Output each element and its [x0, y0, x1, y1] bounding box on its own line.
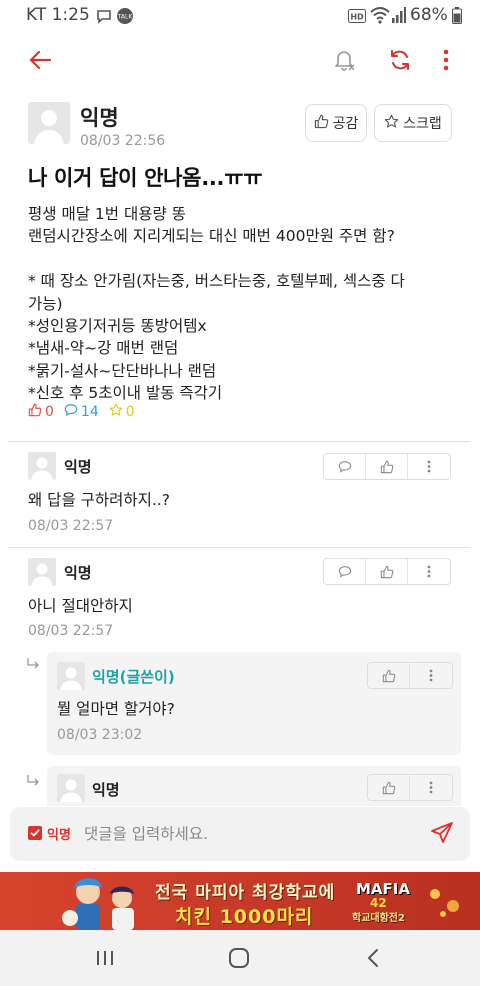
comment-count-value: 14 — [80, 404, 99, 420]
reply-icon[interactable] — [324, 454, 366, 479]
star-icon — [384, 114, 399, 133]
reply-author-op: 익명(글쓴이) — [92, 668, 175, 686]
send-icon[interactable] — [430, 821, 456, 847]
signal-icon — [392, 7, 406, 27]
divider — [8, 547, 470, 548]
ad-logo: MAFIA 42 학교대항전2 — [352, 878, 412, 924]
like-button[interactable]: 공감 — [305, 104, 367, 142]
more-vertical-icon[interactable] — [430, 44, 462, 76]
ad-logo-subtitle: 학교대항전2 — [352, 913, 405, 924]
back-nav-icon[interactable] — [358, 946, 388, 970]
avatar — [28, 558, 56, 586]
battery-percent: 68% — [410, 5, 448, 25]
reply-item: 익명 — [47, 766, 461, 806]
post-date: 08/03 22:56 — [80, 133, 166, 149]
system-nav-bar — [0, 930, 480, 986]
divider — [8, 441, 470, 442]
comment-input-bar: 익명 — [10, 807, 470, 861]
post-body-line: * 때 장소 안가림(자는중, 버스타는중, 호텔부페, 섹스중 다 — [28, 272, 405, 291]
talk-icon: TALK — [116, 7, 134, 29]
svg-text:HD: HD — [350, 13, 364, 22]
scrap-count: 0 — [109, 403, 135, 421]
status-bar: KT 1:25 TALK HD 68% — [0, 0, 480, 30]
more-vertical-icon[interactable] — [410, 663, 452, 688]
like-count-value: 0 — [45, 404, 54, 420]
thumbs-up-icon[interactable] — [366, 454, 408, 479]
post-author: 익명 — [80, 106, 119, 130]
battery-icon — [452, 7, 462, 28]
refresh-icon[interactable] — [384, 44, 416, 76]
comment-text: 아니 절대안하지 — [28, 597, 133, 615]
post-body-line: *냄새-약~강 매번 랜덤 — [28, 339, 179, 358]
post-body-line: 평생 매달 1번 대용량 똥 — [28, 205, 186, 223]
reply-item: 익명(글쓴이) 뭘 얼마면 할거야? 08/03 23:02 — [47, 652, 461, 755]
ad-subheadline: 치킨 1000마리 — [175, 906, 314, 928]
carrier-time: KT 1:25 — [26, 5, 90, 25]
avatar — [28, 452, 56, 480]
recent-apps-icon[interactable] — [90, 946, 120, 970]
comment-author: 익명 — [64, 564, 92, 582]
post-body-line — [28, 248, 458, 270]
post-body-line: 가능) — [28, 294, 63, 313]
wifi-icon — [370, 6, 390, 28]
home-icon[interactable] — [224, 946, 254, 970]
like-count: 0 — [28, 403, 54, 421]
star-icon — [109, 403, 123, 421]
reply-actions — [367, 662, 453, 689]
ad-decoration — [430, 889, 459, 917]
like-button-label: 공감 — [332, 116, 359, 132]
notification-off-icon[interactable] — [328, 44, 360, 76]
post-title: 나 이거 답이 안나옴...ㅠㅠ — [28, 166, 263, 190]
anonymous-label[interactable]: 익명 — [47, 824, 71, 843]
comment-input[interactable] — [84, 819, 404, 849]
avatar — [57, 774, 85, 802]
post-body-line: *신호 후 5초이내 발동 즉각기 — [28, 384, 223, 403]
reply-arrow-icon — [26, 774, 40, 792]
back-arrow-icon[interactable] — [24, 44, 56, 76]
hd-icon: HD — [348, 8, 366, 27]
ad-headline: 전국 마피아 최강학교에 — [155, 883, 336, 903]
ad-characters-illustration — [62, 878, 134, 930]
ad-logo-number: 42 — [370, 896, 387, 910]
scrap-count-value: 0 — [125, 404, 135, 420]
reply-author: 익명 — [92, 781, 120, 799]
comment-count: 14 — [64, 403, 99, 421]
thumbs-up-icon — [28, 403, 42, 421]
reply-text: 뭘 얼마면 할거야? — [57, 700, 175, 718]
comment-actions — [323, 558, 451, 585]
scrap-button[interactable]: 스크랩 — [374, 104, 452, 142]
post-body: 평생 매달 1번 대용량 똥 랜덤시간장소에 지리게되는 대신 매번 400만원… — [28, 203, 458, 405]
thumbs-up-icon[interactable] — [368, 775, 410, 800]
comment-date: 08/03 22:57 — [28, 518, 114, 534]
ad-banner[interactable]: 전국 마피아 최강학교에 치킨 1000마리 MAFIA 42 학교대항전2 — [0, 872, 480, 930]
thumbs-up-icon[interactable] — [368, 663, 410, 688]
reply-icon[interactable] — [324, 559, 366, 584]
chat-bubble-icon — [96, 8, 112, 28]
comment-actions — [323, 453, 451, 480]
more-vertical-icon[interactable] — [408, 559, 450, 584]
reply-arrow-icon — [26, 657, 40, 675]
thumbs-up-icon[interactable] — [366, 559, 408, 584]
more-vertical-icon[interactable] — [408, 454, 450, 479]
post-body-line: *성인용기저귀등 똥방어템x — [28, 317, 207, 336]
comment-text: 왜 답을 구하려하지..? — [28, 491, 171, 509]
comment-author: 익명 — [64, 458, 92, 476]
svg-text:TALK: TALK — [117, 14, 134, 21]
avatar — [57, 662, 85, 690]
comment-icon — [64, 403, 78, 421]
anonymous-checkbox[interactable] — [28, 826, 42, 840]
comment-date: 08/03 22:57 — [28, 623, 114, 639]
scrap-button-label: 스크랩 — [403, 116, 442, 132]
reply-date: 08/03 23:02 — [57, 727, 143, 743]
thumbs-up-icon — [314, 114, 329, 133]
app-bar — [0, 30, 480, 90]
post-stats: 0 14 0 — [28, 403, 145, 421]
more-vertical-icon[interactable] — [410, 775, 452, 800]
reply-actions — [367, 774, 453, 801]
post-body-line: 랜덤시간장소에 지리게되는 대신 매번 400만원 주면 함? — [28, 227, 395, 246]
avatar — [28, 102, 70, 144]
post-body-line: *묽기-설사~단단바나나 랜덤 — [28, 361, 217, 380]
